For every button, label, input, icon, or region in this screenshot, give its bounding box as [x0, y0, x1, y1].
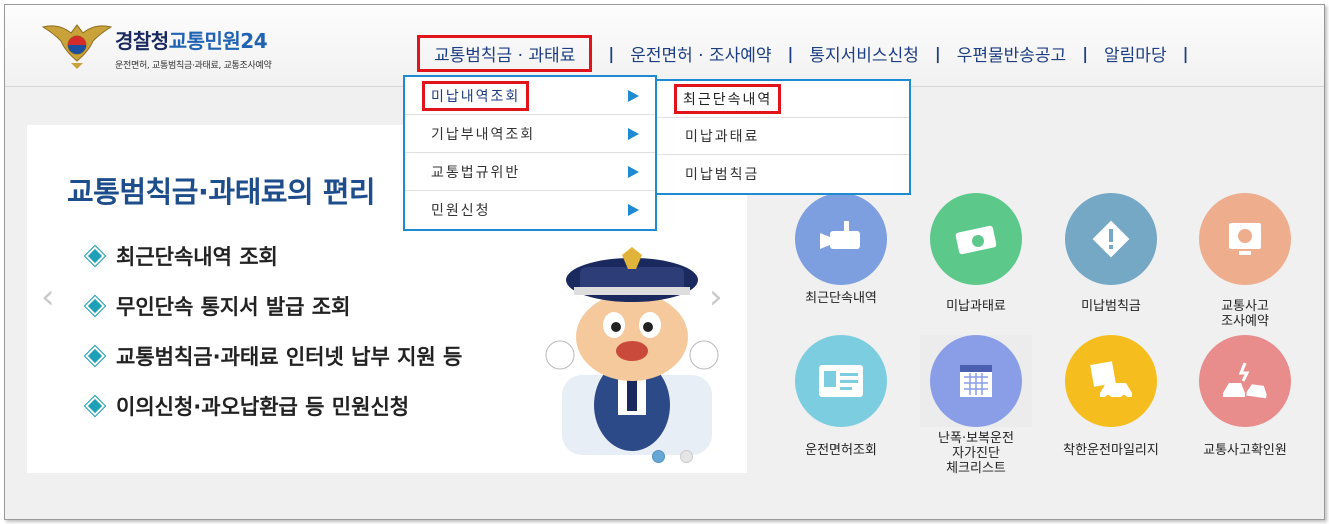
logo-subtitle: 운전면허, 교통범칙금·과태료, 교통조사예약 [115, 61, 272, 71]
gnb-item-license[interactable]: 운전면허 · 조사예약 [630, 41, 771, 66]
gnb-separator: | [787, 44, 794, 63]
mileage-car-icon [1065, 335, 1157, 427]
submenu-item-unpaid-fine[interactable]: 미납범칙금 [657, 155, 909, 192]
quick-label: 미납범칙금 [1081, 299, 1141, 314]
carousel-dot-2[interactable] [680, 450, 693, 463]
submenu-item-label: 교통법규위반 [431, 164, 521, 181]
gnb-separator: | [1182, 44, 1189, 63]
quick-label: 미납과태료 [946, 299, 1006, 314]
gnb-separator: | [1082, 44, 1089, 63]
quick-accident-certificate[interactable]: 교통사고확인원 [1185, 335, 1305, 458]
warning-sign-icon [1065, 193, 1157, 285]
car-crash-icon [1199, 335, 1291, 427]
submenu-arrow-icon [628, 89, 639, 102]
hero-list-text: 최근단속내역 조회 [116, 245, 278, 269]
logo-title: 경찰청교통민원24 [115, 25, 271, 54]
submenu-item-label: 미납범칙금 [685, 166, 760, 183]
submenu-item-recent-violations[interactable]: 최근단속내역 [657, 81, 909, 118]
submenu-item-paid-lookup[interactable]: 기납부내역조회 [405, 115, 655, 153]
diamond-bullet-icon [83, 294, 107, 318]
carousel-dot-1[interactable] [652, 450, 665, 463]
highlight-box [920, 335, 1032, 427]
quick-label: 착한운전마일리지 [1063, 443, 1159, 458]
license-card-icon [795, 335, 887, 427]
hero-list-item: 무인단속 통지서 발급 조회 [83, 281, 462, 331]
carousel-dots [652, 450, 693, 463]
quick-good-driving-mileage[interactable]: 착한운전마일리지 [1051, 335, 1171, 458]
logo-title-part1: 경찰청 [115, 29, 169, 53]
gnb-item-notice[interactable]: 알림마당 [1104, 41, 1167, 66]
camera-icon [795, 193, 887, 285]
submenu-arrow-icon [628, 165, 639, 178]
submenu-item-petition[interactable]: 민원신청 [405, 191, 655, 229]
submenu-item-unpaid-penalty[interactable]: 미납과태료 [657, 118, 909, 155]
hero-list-item: 교통범칙금·과태료 인터넷 납부 지원 등 [83, 331, 463, 381]
quick-label: 난폭·보복운전 자가진단 체크리스트 [938, 431, 1014, 476]
submenu-arrow-icon [628, 127, 639, 140]
submenu-item-label: 민원신청 [431, 203, 491, 219]
gnb-item-returned-mail[interactable]: 우편물반송공고 [957, 41, 1066, 66]
submenu-item-label: 최근단속내역 [674, 84, 782, 114]
quick-unpaid-fine[interactable]: 미납범칙금 [1051, 193, 1171, 314]
quick-label: 교통사고 조사예약 [1221, 299, 1269, 329]
quick-label: 운전면허조회 [805, 443, 877, 458]
monitor-icon [1199, 193, 1291, 285]
hero-list-text: 이의신청·과오납환급 등 민원신청 [116, 395, 410, 419]
quick-label: 교통사고확인원 [1203, 443, 1287, 458]
quick-aggressive-driving-checklist[interactable]: 난폭·보복운전 자가진단 체크리스트 [916, 335, 1036, 476]
gnb-separator: | [608, 44, 615, 63]
quick-license-check[interactable]: 운전면허조회 [781, 335, 901, 458]
fines-submenu: 미납내역조회 기납부내역조회 교통법규위반 민원신청 [403, 75, 657, 231]
submenu-arrow-icon [628, 204, 639, 216]
hero-title: 교통범칙금·과태료의 편리 [67, 175, 376, 209]
site-logo[interactable]: 경찰청교통민원24 운전면허, 교통범칙금·과태료, 교통조사예약 [41, 19, 272, 71]
quick-recent-violations[interactable]: 최근단속내역 [781, 193, 901, 306]
quick-label: 최근단속내역 [805, 291, 877, 306]
quick-unpaid-penalty[interactable]: 미납과태료 [916, 193, 1036, 314]
police-mascot-illustration [545, 247, 719, 455]
unpaid-lookup-submenu: 최근단속내역 미납과태료 미납범칙금 [655, 79, 911, 195]
submenu-item-traffic-violation[interactable]: 교통법규위반 [405, 153, 655, 191]
diamond-bullet-icon [83, 394, 107, 418]
carousel-prev-arrow-icon[interactable]: ‹ [41, 277, 55, 317]
gnb-item-notification[interactable]: 통지서비스신청 [809, 41, 918, 66]
quick-accident-reservation[interactable]: 교통사고 조사예약 [1185, 193, 1305, 329]
hero-list-text: 교통범칙금·과태료 인터넷 납부 지원 등 [116, 345, 463, 369]
submenu-item-label: 기납부내역조회 [431, 126, 536, 143]
submenu-item-unpaid-lookup[interactable]: 미납내역조회 [405, 77, 655, 115]
browser-frame: 경찰청교통민원24 운전면허, 교통범칙금·과태료, 교통조사예약 교통범칙금 … [4, 4, 1325, 520]
hero-list: 최근단속내역 조회 무인단속 통지서 발급 조회 교통범칙금·과태료 인터넷 납… [83, 231, 463, 431]
gnb-separator: | [934, 44, 941, 63]
hero-list-item: 최근단속내역 조회 [83, 231, 462, 281]
global-nav: 교통범칙금 · 과태료 | 운전면허 · 조사예약 | 통지서비스신청 | 우편… [417, 35, 1204, 72]
calendar-icon [930, 335, 1022, 427]
submenu-item-label: 미납내역조회 [422, 80, 530, 111]
logo-title-part2: 교통민원24 [168, 29, 268, 53]
diamond-bullet-icon [83, 244, 107, 268]
submenu-item-label: 미납과태료 [685, 129, 760, 145]
hero-list-item: 이의신청·과오납환급 등 민원신청 [83, 381, 462, 431]
site-header: 경찰청교통민원24 운전면허, 교통범칙금·과태료, 교통조사예약 교통범칙금 … [5, 5, 1324, 87]
police-emblem-icon [41, 24, 113, 69]
diamond-bullet-icon [83, 344, 107, 368]
gnb-item-fines[interactable]: 교통범칙금 · 과태료 [417, 35, 593, 72]
money-icon [930, 193, 1022, 285]
hero-list-text: 무인단속 통지서 발급 조회 [116, 295, 351, 319]
